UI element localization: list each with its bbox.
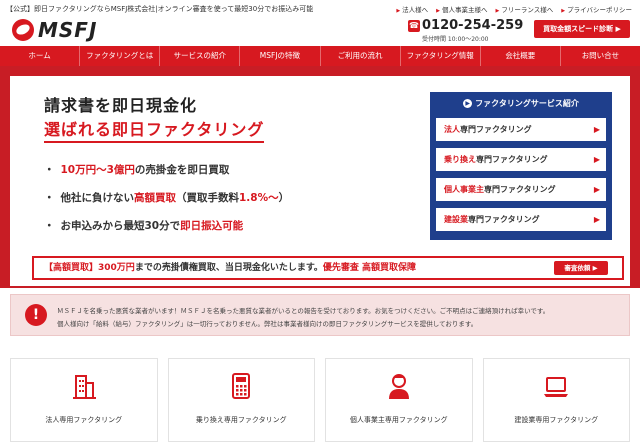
top-link-corporate[interactable]: 法人様へ [396, 4, 428, 14]
card-sole-proprietor[interactable]: 個人事業主専用ファクタリング [325, 358, 473, 442]
service-cards: 法人専用ファクタリング 乗り換え専用ファクタリング 個人事業主専用ファクタリング… [10, 358, 630, 442]
service-item-construction[interactable]: 建設業専門ファクタリング ▶ [436, 208, 606, 231]
arrow-right-icon: ▶ [593, 185, 600, 194]
logo-text: MSFJ [38, 18, 98, 42]
main-nav: ホーム ファクタリングとは サービスの紹介 MSFJの特徴 ご利用の流れ ファク… [0, 46, 640, 66]
chevron-circle-icon: ▶ [463, 99, 473, 108]
hero-card: 請求書を即日現金化 選ばれる即日ファクタリング ・ 10万円～3億円の売掛金を即日… [10, 76, 630, 286]
fraud-notice: ! ＭＳＦＪを名乗った悪質な業者がいます！ＭＳＦＪを名乗った悪質な業者がいるとの… [10, 294, 630, 336]
phone-hours: 受付時間 10:00～20:00 [422, 36, 489, 43]
hero-title: 請求書を即日現金化 [44, 96, 198, 115]
nav-features[interactable]: MSFJの特徴 [240, 46, 321, 66]
person-icon [388, 374, 409, 399]
card-switch[interactable]: 乗り換え専用ファクタリング [167, 358, 315, 442]
top-link-privacy[interactable]: プライバシーポリシー [561, 4, 632, 14]
arrow-right-icon: ▶ [593, 125, 600, 134]
card-construction[interactable]: 建設業専用ファクタリング [482, 358, 630, 442]
top-strip: 【公式】即日ファクタリングならMSFJ株式会社|オンライン審査を使って最短30分… [0, 0, 640, 20]
nav-home[interactable]: ホーム [0, 46, 81, 66]
laptop-icon [544, 377, 569, 397]
site-logo[interactable]: MSFJ [12, 18, 97, 42]
hero-section: 請求書を即日現金化 選ばれる即日ファクタリング ・ 10万円～3億円の売掛金を即日… [0, 66, 640, 288]
card-label: 建設業専用ファクタリング [514, 416, 599, 424]
alert-icon: ! [25, 304, 47, 326]
top-links: 法人様へ 個人事業主様へ フリーランス様へ プライバシーポリシー [396, 4, 632, 14]
card-corporate[interactable]: 法人専用ファクタリング [10, 358, 158, 442]
nav-about-factoring[interactable]: ファクタリングとは [80, 46, 161, 66]
notice-line: 個人様向け「給料（給与）ファクタリング」は一切行っておりません。弊社は事業者様向… [57, 320, 478, 328]
card-label: 乗り換え専用ファクタリング [195, 416, 287, 424]
nav-flow[interactable]: ご利用の流れ [321, 46, 401, 66]
notice-line: ＭＳＦＪを名乗った悪質な業者がいます！ＭＳＦＪを名乗った悪質な業者がいるとの報告… [57, 307, 550, 315]
arrow-right-icon: ▶ [593, 215, 600, 224]
service-panel-heading: ▶ ファクタリングサービス紹介 [436, 97, 606, 111]
hero-subtitle: 選ばれる即日ファクタリング [44, 116, 265, 143]
nav-company[interactable]: 会社概要 [481, 46, 561, 66]
hero-bullet: ・お申込みから最短30分で即日振込可能 [44, 220, 244, 232]
nav-services[interactable]: サービスの紹介 [160, 46, 241, 66]
nav-contact[interactable]: お問い合せ [561, 46, 640, 66]
building-icon [72, 375, 96, 399]
arrow-right-icon: ▶ [593, 155, 600, 164]
logo-mark-icon [12, 19, 34, 41]
phone-number[interactable]: 0120-254-259 [422, 18, 523, 33]
card-label: 個人事業主専用ファクタリング [349, 416, 448, 424]
hero-bullet: ・他社に負けない高額買取（買取手数料1.8%～） [44, 192, 290, 204]
phone-block[interactable]: ☎ 0120-254-259 受付時間 10:00～20:00 [408, 18, 528, 43]
speed-diagnosis-button[interactable]: 買取金額スピード診断 ▶ [534, 20, 630, 38]
calculator-icon [232, 373, 251, 399]
service-item-corporate[interactable]: 法人専門ファクタリング ▶ [436, 118, 606, 141]
site-tagline: 【公式】即日ファクタリングならMSFJ株式会社|オンライン審査を使って最短30分… [6, 5, 314, 13]
top-link-sole-proprietor[interactable]: 個人事業主様へ [436, 4, 488, 14]
screening-request-button[interactable]: 審査依頼 ▶ [554, 261, 608, 275]
high-price-banner: 【高額買取】300万円までの売掛債権買取、当日現金化いたします。優先審査 高額買… [32, 256, 624, 280]
service-item-switch[interactable]: 乗り換え専門ファクタリング ▶ [436, 148, 606, 171]
service-panel: ▶ ファクタリングサービス紹介 法人専門ファクタリング ▶ 乗り換え専門ファクタリ… [430, 92, 612, 240]
nav-factoring-info[interactable]: ファクタリング情報 [401, 46, 481, 66]
top-link-freelance[interactable]: フリーランス様へ [496, 4, 553, 14]
hero-bullets: ・ 10万円～3億円の売掛金を即日買取 ・他社に負けない高額買取（買取手数料1.8… [44, 162, 289, 246]
card-label: 法人専用ファクタリング [45, 416, 123, 424]
service-item-sole-proprietor[interactable]: 個人事業主専門ファクタリング ▶ [436, 178, 606, 201]
phone-icon: ☎ [408, 20, 420, 32]
hero-bullet: ・ 10万円～3億円の売掛金を即日買取 [44, 164, 230, 176]
